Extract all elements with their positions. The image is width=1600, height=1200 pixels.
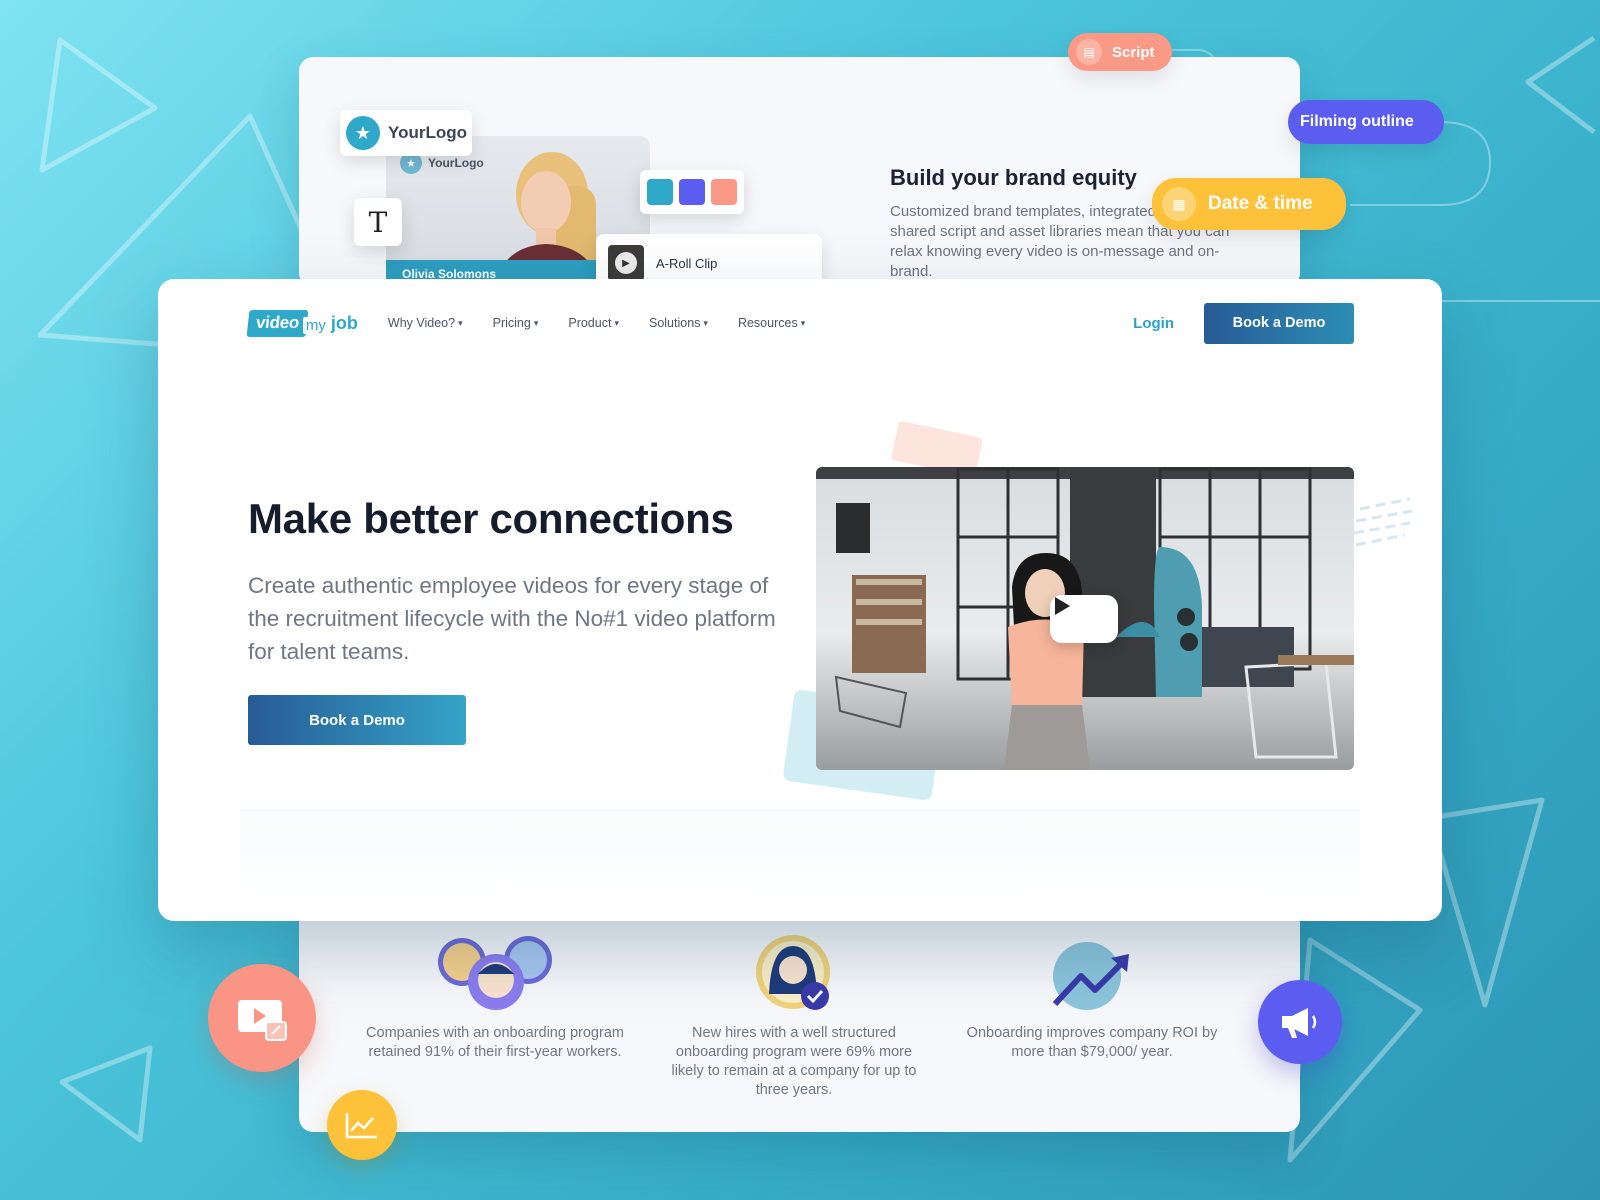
logo-job-word: job: [330, 312, 358, 333]
team-illustration-icon: [436, 934, 554, 1012]
text-tool-button[interactable]: T: [354, 198, 402, 246]
videomyjob-logo[interactable]: video my job: [246, 309, 358, 337]
filming-pill-label: Filming outline: [1300, 113, 1414, 130]
chart-icon: [345, 1113, 377, 1139]
book-demo-hero-button[interactable]: Book a Demo: [248, 695, 466, 745]
chart-badge: [327, 1090, 397, 1160]
new-hire-illustration-icon: [753, 934, 835, 1012]
mini-logo-label: YourLogo: [428, 156, 484, 170]
stat-new-hires-text: New hires with a well structured onboard…: [671, 1025, 917, 1098]
filming-outline-pill: Filming outline: [1288, 100, 1444, 144]
date-pill-label: Date & time: [1208, 193, 1313, 214]
script-pill: ▤ Script: [1068, 33, 1172, 71]
text-tool-icon: T: [368, 205, 388, 239]
document-icon: ▤: [1076, 39, 1102, 65]
logo-my-word: my: [302, 316, 329, 334]
chevron-down-icon: ▾: [458, 317, 463, 328]
megaphone-badge: [1258, 980, 1342, 1064]
chevron-down-icon: ▾: [703, 317, 708, 328]
stat-roi-text: Onboarding improves company ROI by more …: [966, 1025, 1218, 1060]
your-logo-chip: ★ YourLogo: [340, 110, 472, 156]
calendar-icon: ▦: [1162, 187, 1196, 221]
landing-page-card: video my job Why Video? ▾ Pricing ▾ Prod…: [158, 279, 1442, 921]
chevron-down-icon: ▾: [533, 317, 539, 328]
clip-thumbnail: ▶: [608, 245, 644, 281]
hero-subtitle: Create authentic employee videos for eve…: [248, 573, 776, 664]
nav-product[interactable]: Product ▾: [568, 316, 619, 330]
script-pill-label: Script: [1112, 43, 1155, 61]
chevron-down-icon: ▾: [614, 317, 619, 328]
login-link[interactable]: Login: [1133, 315, 1174, 332]
megaphone-icon: [1282, 1008, 1317, 1038]
nav-item-label: Pricing: [492, 316, 531, 330]
nav-why-video[interactable]: Why Video? ▾: [388, 316, 463, 330]
star-icon: ★: [346, 116, 380, 150]
nav-solutions[interactable]: Solutions ▾: [649, 316, 708, 330]
logo-video-word: video: [246, 309, 309, 337]
stat-roi: Onboarding improves company ROI by more …: [952, 940, 1232, 1062]
swatch-coral[interactable]: [711, 179, 737, 205]
play-icon: ▶: [615, 252, 637, 274]
swatch-teal[interactable]: [647, 179, 673, 205]
stat-retention-text: Companies with an onboarding program ret…: [366, 1025, 624, 1060]
nav-item-label: Product: [568, 316, 612, 330]
stat-new-hires: New hires with a well structured onboard…: [658, 934, 930, 1100]
hero-video[interactable]: [816, 467, 1354, 770]
video-edit-icon: [238, 1000, 287, 1041]
aroll-clip-label: A-Roll Clip: [656, 255, 718, 271]
growth-chart-icon: [1047, 940, 1137, 1012]
logo-chip-label: YourLogo: [388, 123, 467, 142]
chevron-down-icon: ▾: [800, 317, 806, 328]
lower-section-fade: [240, 809, 1360, 919]
nav-pricing[interactable]: Pricing ▾: [493, 316, 539, 330]
top-navigation: video my job Why Video? ▾ Pricing ▾ Prod…: [246, 302, 1354, 344]
date-time-pill: ▦ Date & time: [1152, 178, 1346, 230]
play-icon: [1055, 597, 1070, 615]
book-demo-nav-button[interactable]: Book a Demo: [1204, 302, 1354, 344]
hero-title: Make better connections: [248, 495, 734, 542]
play-button[interactable]: [1050, 595, 1118, 643]
decorative-dashes: [1353, 497, 1413, 547]
video-edit-badge: [208, 964, 316, 1072]
stat-retention: Companies with an onboarding program ret…: [360, 934, 630, 1062]
brand-feature-title: Build your brand equity: [890, 165, 1137, 190]
nav-item-label: Why Video?: [387, 316, 456, 330]
nav-item-label: Resources: [737, 316, 798, 330]
nav-resources[interactable]: Resources ▾: [738, 316, 805, 330]
swatch-violet[interactable]: [679, 179, 705, 205]
nav-item-label: Solutions: [648, 316, 701, 330]
color-swatches: [640, 170, 744, 214]
